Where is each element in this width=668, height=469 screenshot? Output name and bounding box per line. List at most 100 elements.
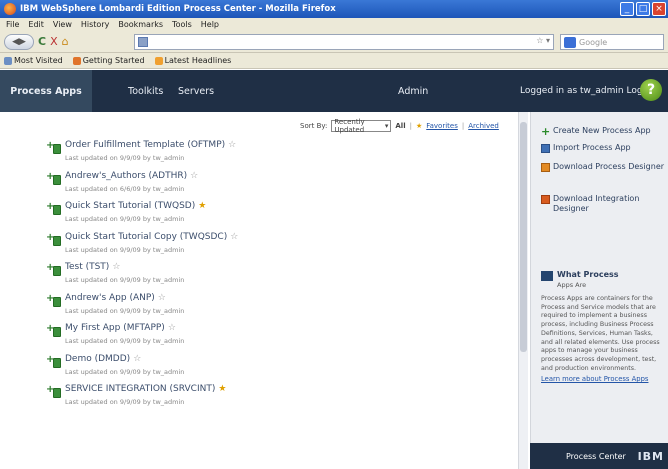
sort-label: Sort By: bbox=[300, 122, 328, 130]
process-app-meta: Last updated on 9/9/09 by tw_admin bbox=[65, 154, 185, 162]
bookmark-icon bbox=[4, 56, 12, 65]
info-panel-title: What Process bbox=[557, 270, 619, 279]
star-icon[interactable]: ☆ bbox=[190, 171, 198, 181]
list-item[interactable]: Quick Start Tutorial Copy (TWQSDC)☆ Last… bbox=[46, 232, 486, 263]
process-app-meta: Last updated on 9/9/09 by tw_admin bbox=[65, 306, 185, 315]
create-process-app-button[interactable]: + Create New Process App bbox=[541, 125, 666, 138]
bookmark-getting-started[interactable]: Getting Started bbox=[72, 56, 145, 65]
bookmark-latest-headlines[interactable]: Latest Headlines bbox=[154, 56, 231, 65]
menu-history[interactable]: History bbox=[81, 20, 109, 29]
menu-help[interactable]: Help bbox=[201, 20, 219, 29]
process-app-icon[interactable] bbox=[46, 140, 61, 154]
list-scrollbar[interactable] bbox=[518, 112, 528, 469]
menu-edit[interactable]: Edit bbox=[28, 20, 44, 29]
filter-all[interactable]: All bbox=[395, 122, 405, 130]
close-button[interactable]: × bbox=[652, 2, 666, 16]
tab-admin[interactable]: Admin bbox=[398, 70, 428, 112]
firefox-icon bbox=[4, 3, 16, 15]
download-integration-designer-button[interactable]: Download Integration Designer bbox=[541, 194, 666, 214]
reload-icon[interactable]: C bbox=[38, 34, 46, 50]
back-arrow-icon[interactable]: ◀ bbox=[12, 37, 19, 47]
process-app-icon[interactable] bbox=[46, 262, 61, 276]
process-app-icon[interactable] bbox=[46, 201, 61, 215]
window-title: IBM WebSphere Lombardi Edition Process C… bbox=[20, 4, 336, 14]
learn-more-link[interactable]: Learn more about Process Apps bbox=[541, 375, 663, 383]
window-controls: _ □ × bbox=[620, 2, 666, 16]
download-icon bbox=[541, 195, 550, 204]
star-icon[interactable]: ☆ bbox=[158, 293, 166, 303]
star-icon[interactable]: ★ bbox=[218, 384, 226, 394]
sort-select-value: Recently Updated bbox=[334, 118, 365, 134]
home-icon[interactable]: ⌂ bbox=[62, 34, 69, 50]
star-icon[interactable]: ☆ bbox=[230, 232, 238, 242]
info-panel-subtitle: Apps Are bbox=[557, 281, 587, 289]
filter-archived[interactable]: Archived bbox=[468, 122, 499, 130]
process-app-meta: Last updated on 9/9/09 by tw_admin bbox=[65, 276, 185, 284]
process-app-name[interactable]: Order Fulfillment Template (OFTMP) ☆ bbox=[65, 140, 236, 150]
list-item[interactable]: Quick Start Tutorial (TWQSD)★ Last updat… bbox=[46, 201, 486, 232]
filter-favorites[interactable]: Favorites bbox=[426, 122, 458, 130]
scrollbar-thumb[interactable] bbox=[520, 122, 527, 352]
process-app-name[interactable]: Quick Start Tutorial (TWQSD) ★ bbox=[65, 201, 206, 211]
process-app-icon[interactable] bbox=[46, 323, 61, 337]
list-item[interactable]: Test (TST)☆ Last updated on 9/9/09 by tw… bbox=[46, 262, 486, 293]
action-label: Download Process Designer bbox=[553, 162, 665, 171]
process-app-name[interactable]: Andrew's App (ANP) ☆ bbox=[65, 293, 166, 303]
star-icon[interactable]: ★ bbox=[198, 201, 206, 211]
import-process-app-button[interactable]: Import Process App bbox=[541, 143, 666, 153]
list-item[interactable]: My First App (MFTAPP)☆ Last updated on 9… bbox=[46, 323, 486, 354]
sort-bar: Sort By: Recently Updated ▾ All | ★ Favo… bbox=[300, 118, 499, 134]
process-app-icon[interactable] bbox=[46, 384, 61, 398]
process-app-name[interactable]: My First App (MFTAPP) ☆ bbox=[65, 323, 176, 333]
menu-tools[interactable]: Tools bbox=[172, 20, 192, 29]
action-label: Import Process App bbox=[553, 143, 631, 152]
process-app-icon[interactable] bbox=[46, 171, 61, 185]
process-app-icon[interactable] bbox=[46, 232, 61, 246]
google-icon[interactable] bbox=[564, 36, 576, 48]
sort-select[interactable]: Recently Updated ▾ bbox=[331, 118, 392, 134]
info-panel-header: What Process bbox=[541, 270, 663, 281]
tab-servers[interactable]: Servers bbox=[178, 70, 214, 112]
process-app-name[interactable]: Andrew's_Authors (ADTHR) ☆ bbox=[65, 171, 198, 181]
process-app-icon[interactable] bbox=[46, 354, 61, 368]
window-title-bar: IBM WebSphere Lombardi Edition Process C… bbox=[0, 0, 668, 18]
process-app-icon[interactable] bbox=[46, 293, 61, 307]
process-app-name[interactable]: Quick Start Tutorial Copy (TWQSDC) ☆ bbox=[65, 232, 238, 242]
process-app-name[interactable]: SERVICE INTEGRATION (SRVCINT) ★ bbox=[65, 384, 226, 394]
plus-icon: + bbox=[541, 125, 551, 138]
separator: | bbox=[461, 122, 465, 130]
bookmark-most-visited[interactable]: Most Visited bbox=[4, 56, 63, 65]
list-item[interactable]: SERVICE INTEGRATION (SRVCINT)★ Last upda… bbox=[46, 384, 486, 415]
tab-process-apps[interactable]: Process Apps bbox=[0, 70, 92, 112]
process-app-name[interactable]: Demo (DMDD) ☆ bbox=[65, 354, 141, 364]
user-status[interactable]: Logged in as tw_admin Logout bbox=[520, 70, 657, 112]
download-process-designer-button[interactable]: Download Process Designer bbox=[541, 162, 666, 172]
menu-file[interactable]: File bbox=[6, 20, 19, 29]
list-item[interactable]: Demo (DMDD)☆ Last updated on 9/9/09 by t… bbox=[46, 354, 486, 385]
menu-bookmarks[interactable]: Bookmarks bbox=[118, 20, 163, 29]
chevron-down-icon: ▾ bbox=[384, 122, 389, 130]
search-input[interactable]: Google bbox=[560, 34, 664, 50]
navigation-toolbar: ◀ ▶ C X ⌂ ☆ ▾ Google bbox=[0, 31, 668, 53]
process-app-meta: Last updated on 9/9/09 by tw_admin bbox=[65, 245, 185, 254]
rss-icon bbox=[154, 56, 163, 65]
stop-icon[interactable]: X bbox=[50, 34, 58, 50]
star-icon[interactable]: ☆ bbox=[168, 323, 176, 333]
back-forward-button[interactable]: ◀ ▶ bbox=[4, 33, 34, 50]
bookmark-star-icon[interactable]: ☆ ▾ bbox=[536, 36, 550, 45]
url-bar[interactable]: ☆ ▾ bbox=[134, 34, 554, 50]
star-icon[interactable]: ☆ bbox=[228, 140, 236, 150]
star-icon[interactable]: ☆ bbox=[133, 354, 141, 364]
tab-toolkits[interactable]: Toolkits bbox=[128, 70, 163, 112]
menu-view[interactable]: View bbox=[53, 20, 72, 29]
list-item[interactable]: Order Fulfillment Template (OFTMP)☆ Last… bbox=[46, 140, 486, 171]
forward-arrow-icon[interactable]: ▶ bbox=[19, 37, 26, 47]
list-item[interactable]: Andrew's App (ANP)☆ Last updated on 9/9/… bbox=[46, 293, 486, 324]
minimize-button[interactable]: _ bbox=[620, 2, 634, 16]
process-app-name[interactable]: Test (TST) ☆ bbox=[65, 262, 120, 272]
list-item[interactable]: Andrew's_Authors (ADTHR)☆ Last updated o… bbox=[46, 171, 486, 202]
star-icon[interactable]: ☆ bbox=[112, 262, 120, 272]
help-icon[interactable]: ? bbox=[640, 79, 662, 101]
footer-label: Process Center bbox=[566, 451, 626, 461]
maximize-button[interactable]: □ bbox=[636, 2, 650, 16]
